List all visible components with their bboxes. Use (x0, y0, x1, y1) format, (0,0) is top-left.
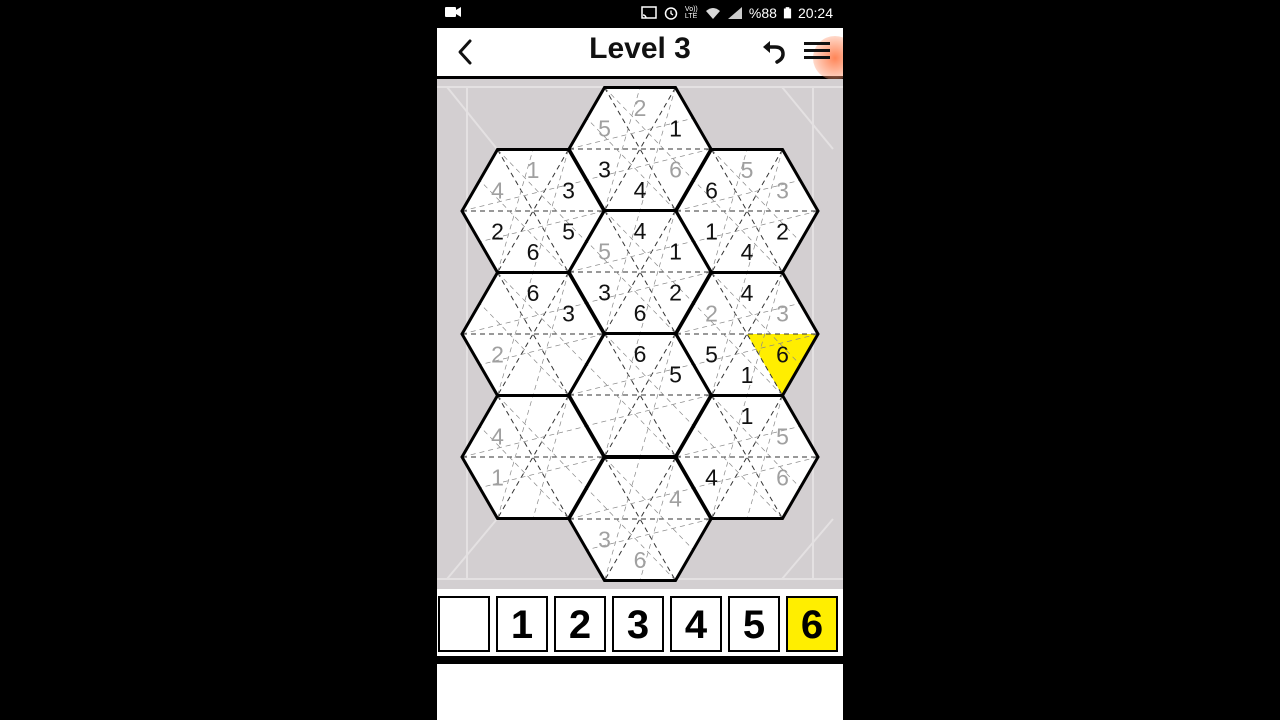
cell-digit: 1 (669, 116, 682, 142)
cell-digit: 1 (669, 239, 682, 265)
cell-digit: 5 (598, 116, 611, 142)
back-button[interactable] (449, 36, 481, 68)
cell-digit: 2 (491, 342, 504, 368)
status-bar: Vo)) LTE %88 20:24 (437, 0, 843, 28)
cell-digit: 5 (741, 157, 754, 183)
cell-digit: 4 (741, 239, 754, 265)
number-button-4[interactable]: 4 (670, 596, 722, 652)
cell-digit: 2 (705, 301, 718, 327)
cell-digit: 6 (527, 239, 540, 265)
cell-digit: 3 (598, 280, 611, 306)
cell-digit: 4 (705, 465, 718, 491)
cell-digit: 4 (491, 178, 504, 204)
undo-button[interactable] (759, 36, 789, 66)
cell-digit: 6 (634, 547, 647, 573)
hamburger-menu-icon (804, 42, 830, 59)
cell-digit: 6 (776, 342, 789, 368)
cell-digit: 3 (562, 301, 575, 327)
cell-digit: 3 (776, 301, 789, 327)
cell-digit: 6 (776, 465, 789, 491)
cell-digit: 6 (669, 157, 682, 183)
erase-button[interactable] (438, 596, 490, 652)
cell-digit: 1 (741, 362, 754, 388)
cell-digit: 1 (527, 157, 540, 183)
cell-digit: 4 (669, 486, 682, 512)
cell-digit: 6 (527, 280, 540, 306)
cell-digit: 2 (776, 219, 789, 245)
signal-icon (727, 7, 742, 19)
cell-digit: 2 (634, 95, 647, 121)
cell-digit: 3 (598, 527, 611, 553)
battery-level: %88 (748, 5, 777, 21)
undo-icon (763, 41, 785, 64)
cell-digit: 5 (562, 219, 575, 245)
cell-digit: 3 (562, 178, 575, 204)
cell-digit: 6 (634, 300, 647, 326)
network-label: Vo)) LTE (684, 6, 698, 20)
alarm-icon (664, 7, 678, 20)
cell-digit: 4 (491, 424, 504, 450)
cast-icon (641, 6, 657, 19)
cell-digit: 3 (598, 157, 611, 183)
cell-digit: 4 (741, 280, 754, 306)
chevron-left-icon (458, 39, 472, 65)
cell-digit: 4 (634, 177, 647, 203)
number-button-6[interactable]: 6 (786, 596, 838, 652)
cell-digit: 6 (705, 178, 718, 204)
number-button-5[interactable]: 5 (728, 596, 780, 652)
cell-digit: 1 (705, 219, 718, 245)
number-palette: 123456 (437, 590, 843, 660)
cell-digit: 2 (491, 219, 504, 245)
number-button-1[interactable]: 1 (496, 596, 548, 652)
wifi-icon (705, 8, 720, 19)
cell-digit: 5 (776, 424, 789, 450)
app-screen: Level 3 52164341356265324154126363224361… (437, 28, 843, 720)
cell-digit: 3 (776, 178, 789, 204)
cell-digit: 2 (669, 280, 682, 306)
status-icons: Vo)) LTE %88 20:24 (641, 5, 833, 21)
cell-digit: 1 (741, 403, 754, 429)
number-button-3[interactable]: 3 (612, 596, 664, 652)
app-header: Level 3 (437, 28, 843, 80)
number-button-2[interactable]: 2 (554, 596, 606, 652)
cell-digit: 5 (669, 362, 682, 388)
menu-button[interactable] (801, 36, 833, 66)
puzzle-board[interactable]: 5216434135626532415412636322436156541156… (437, 79, 843, 589)
video-icon (445, 7, 461, 17)
cell-digit: 4 (634, 218, 647, 244)
cell-digit: 6 (634, 341, 647, 367)
battery-icon (783, 7, 792, 19)
cell-digit: 1 (491, 465, 504, 491)
bottom-divider (437, 656, 843, 664)
cell-digit: 5 (705, 342, 718, 368)
cell-digit: 5 (598, 239, 611, 265)
clock: 20:24 (797, 5, 833, 21)
